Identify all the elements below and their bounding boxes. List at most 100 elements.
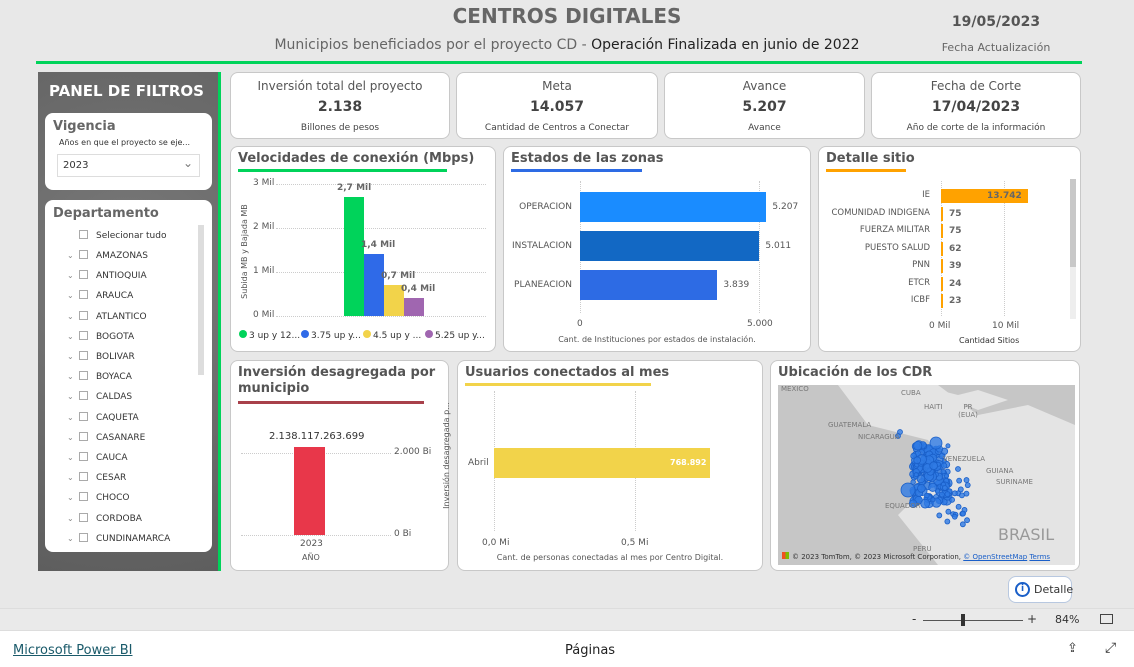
checkbox[interactable]: [79, 230, 88, 239]
zoom-in-button[interactable]: +: [1027, 612, 1037, 626]
map-point[interactable]: [920, 498, 930, 509]
map-point[interactable]: [957, 486, 964, 493]
checkbox[interactable]: [79, 472, 88, 482]
legend-item[interactable]: 3.75 up y...: [301, 330, 361, 341]
checkbox[interactable]: [79, 431, 88, 441]
map-point[interactable]: [964, 482, 971, 489]
bar-instalacion[interactable]: [580, 231, 760, 261]
chevron-icon[interactable]: ⌄: [67, 392, 79, 401]
dept-item[interactable]: ⌄ CUNDINAMARCA: [67, 532, 170, 544]
zoom-slider-handle[interactable]: [961, 614, 965, 626]
map-point[interactable]: [929, 461, 938, 470]
map-point[interactable]: [956, 477, 963, 484]
share-icon[interactable]: ⇪: [1067, 641, 1078, 656]
dept-item[interactable]: ⌄ CALDAS: [67, 391, 132, 402]
map-point[interactable]: [959, 521, 966, 528]
dept-item[interactable]: ⌄ BOGOTA: [67, 330, 134, 342]
map-point[interactable]: [924, 492, 930, 499]
dept-item[interactable]: ⌄ BOYACA: [67, 371, 132, 382]
map-point[interactable]: [929, 436, 943, 450]
scrollbar[interactable]: [1070, 179, 1076, 319]
checkbox[interactable]: [79, 391, 88, 401]
map-point[interactable]: [940, 462, 948, 469]
dept-item[interactable]: ⌄ ARAUCA: [67, 290, 133, 301]
legend-item[interactable]: 4.5 up y ...: [363, 330, 421, 341]
map-point[interactable]: [955, 503, 962, 510]
map-point[interactable]: [917, 484, 926, 493]
checkbox[interactable]: [79, 532, 88, 542]
checkbox[interactable]: [79, 512, 88, 522]
bar-site[interactable]: [941, 206, 943, 221]
fullscreen-icon[interactable]: ⤢: [1105, 640, 1116, 656]
detalle-button[interactable]: i Detalle: [1008, 576, 1073, 603]
chevron-icon[interactable]: ⌄: [67, 453, 79, 462]
dept-item[interactable]: ⌄ CESAR: [67, 472, 126, 483]
chevron-icon[interactable]: ⌄: [67, 291, 79, 300]
dept-item[interactable]: ⌄ CASANARE: [67, 431, 145, 443]
checkbox[interactable]: [79, 290, 88, 300]
osm-link[interactable]: © OpenStreetMap: [963, 553, 1027, 561]
map-point[interactable]: [955, 466, 961, 472]
bar-series-0[interactable]: [344, 197, 364, 316]
map-point[interactable]: [940, 468, 946, 475]
chevron-icon[interactable]: ⌄: [67, 534, 79, 543]
checkbox[interactable]: [79, 330, 88, 340]
chevron-icon[interactable]: ⌄: [67, 514, 79, 523]
checkbox[interactable]: [79, 371, 88, 381]
chevron-icon[interactable]: ⌄: [67, 433, 79, 442]
pages-button[interactable]: Páginas: [565, 643, 615, 658]
bar-site[interactable]: [941, 294, 943, 308]
bar-operacion[interactable]: [580, 192, 767, 222]
chevron-icon[interactable]: ⌄: [67, 312, 79, 321]
fit-page-icon[interactable]: [1100, 614, 1113, 624]
map-point[interactable]: [960, 510, 966, 517]
select-all-item[interactable]: Selecionar tudo: [67, 230, 166, 241]
bar-2023[interactable]: [294, 447, 325, 535]
checkbox[interactable]: [79, 351, 88, 360]
bar-series-1[interactable]: [364, 254, 384, 316]
checkbox[interactable]: [79, 452, 88, 461]
map-point[interactable]: [964, 517, 970, 524]
map-point[interactable]: [900, 482, 916, 498]
chevron-icon[interactable]: ⌄: [67, 251, 79, 260]
map-point[interactable]: [938, 491, 945, 498]
checkbox[interactable]: [79, 492, 88, 502]
scrollbar[interactable]: [198, 225, 204, 375]
dept-item[interactable]: ⌄ AMAZONAS: [67, 250, 148, 261]
map-point[interactable]: [951, 513, 958, 520]
bar-site[interactable]: [941, 276, 943, 291]
map-point[interactable]: [916, 474, 926, 484]
dept-item[interactable]: ⌄ CAUCA: [67, 452, 127, 463]
chevron-icon[interactable]: ⌄: [67, 332, 79, 341]
map-point[interactable]: [944, 518, 951, 525]
map-point[interactable]: [944, 491, 951, 498]
terms-link[interactable]: Terms: [1029, 553, 1050, 561]
dept-item[interactable]: ⌄ ATLANTICO: [67, 310, 147, 322]
bar-planeacion[interactable]: [580, 270, 718, 300]
dept-item[interactable]: ⌄ CORDOBA: [67, 512, 142, 524]
map-point[interactable]: [945, 443, 951, 449]
chevron-icon[interactable]: ⌄: [67, 473, 79, 482]
map[interactable]: MEXICO CUBA HAITI PR (EUA) GUATEMALA NIC…: [778, 385, 1075, 565]
dept-item[interactable]: ⌄ CAQUETA: [67, 411, 139, 423]
map-point[interactable]: [949, 496, 955, 503]
map-point[interactable]: [930, 497, 936, 503]
map-point[interactable]: [944, 473, 950, 479]
checkbox[interactable]: [79, 411, 88, 421]
dept-item[interactable]: ⌄ BOLIVAR: [67, 351, 135, 362]
zoom-out-button[interactable]: -: [912, 612, 916, 626]
map-point[interactable]: [951, 490, 958, 497]
checkbox[interactable]: [79, 250, 88, 259]
map-point[interactable]: [928, 482, 938, 492]
map-point[interactable]: [913, 441, 923, 451]
chevron-icon[interactable]: ⌄: [67, 271, 79, 280]
bar-site[interactable]: [941, 224, 943, 238]
legend-item[interactable]: 3 up y 12...: [239, 330, 300, 341]
map-point[interactable]: [913, 456, 921, 465]
bar-series-3[interactable]: [404, 298, 424, 316]
map-point[interactable]: [959, 492, 965, 499]
chevron-icon[interactable]: ⌄: [67, 413, 79, 422]
zoom-slider[interactable]: [923, 620, 1023, 621]
bar-site[interactable]: [941, 241, 943, 256]
legend-item[interactable]: 5.25 up y...: [425, 330, 485, 341]
